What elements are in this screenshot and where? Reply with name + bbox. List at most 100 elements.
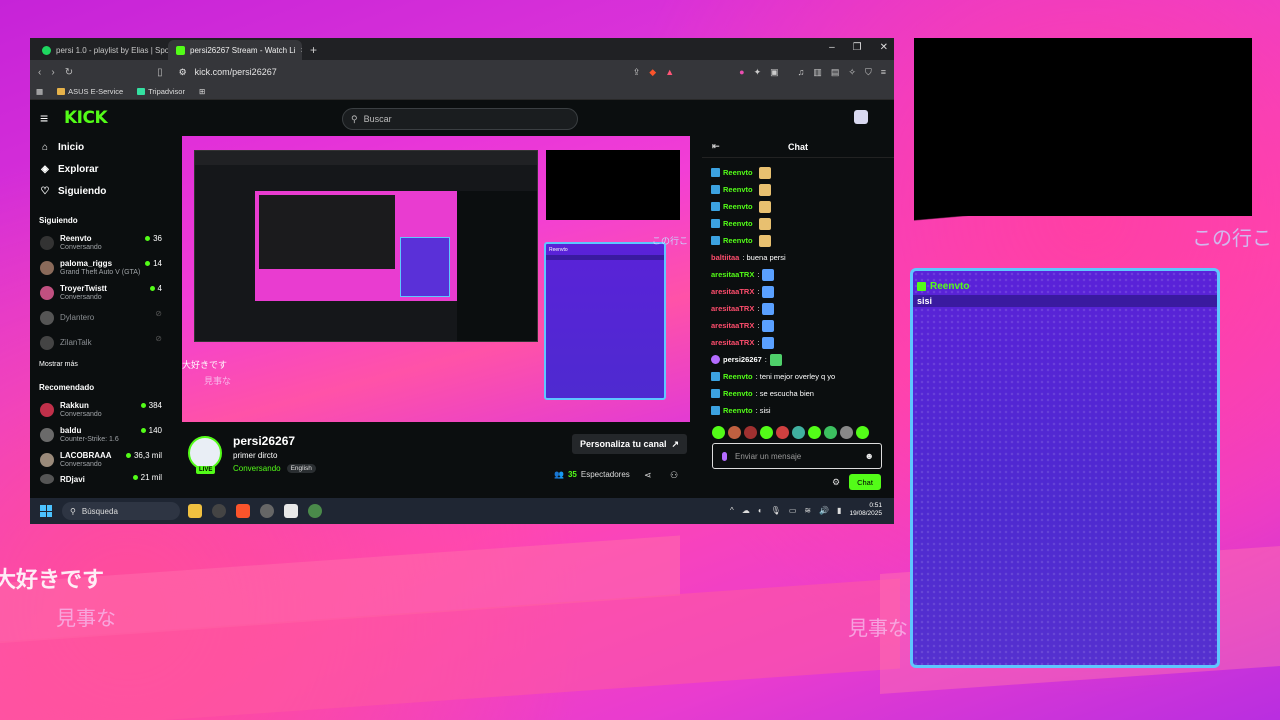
windows-start-icon[interactable] <box>40 505 52 517</box>
channel-item[interactable]: baldu Counter-Strike: 1.6 140 <box>30 422 170 447</box>
streamer-avatar[interactable] <box>188 436 222 470</box>
emote-icon[interactable] <box>760 426 773 439</box>
hamburger-menu-icon[interactable]: ≡ <box>40 110 60 126</box>
chat-username[interactable]: Reenvto <box>723 219 753 228</box>
user-avatar[interactable] <box>854 110 868 124</box>
chat-username[interactable]: aresitaaTRX <box>711 321 754 330</box>
channel-item[interactable]: Rakkun Conversando 384 <box>30 397 170 422</box>
chat-username[interactable]: persi26267 <box>723 355 762 364</box>
media-icon[interactable]: ♫ <box>798 67 805 78</box>
app-icon[interactable] <box>212 504 226 518</box>
chat-username[interactable]: Reenvto <box>723 185 753 194</box>
send-chat-button[interactable]: Chat <box>849 474 881 490</box>
microphone-icon[interactable]: 🎙 <box>771 506 781 515</box>
emote-icon[interactable] <box>792 426 805 439</box>
brave-icon[interactable] <box>236 504 250 518</box>
taskbar-search[interactable]: ⚲ Búsqueda <box>62 502 180 520</box>
video-player[interactable]: Reenvto 大好きです 見事な この行こ <box>182 136 690 422</box>
emote-icon[interactable] <box>824 426 837 439</box>
emote-icon[interactable] <box>776 426 789 439</box>
channel-item[interactable]: LACOBRAAA Conversando 36,3 mil <box>30 447 170 472</box>
channel-item[interactable]: TroyerTwistt Conversando 4 <box>30 280 170 305</box>
tab-kick[interactable]: persi26267 Stream - Watch Li × <box>168 40 302 60</box>
chat-username[interactable]: baltiitaa <box>711 253 739 262</box>
chat-username[interactable]: Reenvto <box>723 236 753 245</box>
emote-icon[interactable] <box>808 426 821 439</box>
notepad-icon[interactable] <box>284 504 298 518</box>
search-input[interactable]: ⚲ Buscar <box>342 108 578 130</box>
share-icon[interactable]: ⋖ <box>644 470 652 481</box>
address-bar[interactable]: ⚙ kick.com/persi26267 <box>173 63 623 81</box>
bookmark-extra-icon[interactable]: ⊞ <box>199 87 205 96</box>
bookmark-icon[interactable]: ▯ <box>157 67 163 78</box>
battery-icon[interactable]: ▮ <box>837 506 841 515</box>
screenshot-icon[interactable]: ▣ <box>770 67 779 78</box>
chat-username[interactable]: Reenvto <box>723 389 753 398</box>
emote-icon[interactable] <box>840 426 853 439</box>
channel-item[interactable]: Dylantero ⊘ <box>30 305 170 330</box>
emote-icon[interactable] <box>744 426 757 439</box>
vpn-icon[interactable]: ⛉ <box>865 67 872 78</box>
leo-icon[interactable]: ✧ <box>848 67 856 78</box>
brave-shield-icon[interactable]: ◆ <box>649 67 656 78</box>
skull-app-icon[interactable] <box>260 504 274 518</box>
streamer-name[interactable]: persi26267 <box>233 434 295 448</box>
sidebar-item-explorar[interactable]: ◈ Explorar <box>30 158 170 180</box>
chat-username[interactable]: aresitaaTRX <box>711 338 754 347</box>
menu-icon[interactable]: ≡ <box>881 67 886 78</box>
onedrive-icon[interactable]: ▭ <box>789 506 797 515</box>
chevron-up-icon[interactable]: ^ <box>730 506 734 515</box>
emoji-icon[interactable]: ☻ <box>865 451 874 461</box>
channel-item[interactable]: paloma_riggs Grand Theft Auto V (GTA) 14 <box>30 255 170 280</box>
stream-category[interactable]: Conversando <box>233 464 281 473</box>
emote-icon[interactable] <box>712 426 725 439</box>
rewards-icon[interactable]: ▲ <box>665 67 674 78</box>
maximize-icon[interactable]: ❐ <box>853 42 862 53</box>
file-explorer-icon[interactable] <box>188 504 202 518</box>
reload-icon[interactable]: ↻ <box>65 67 73 78</box>
app-tray-icon[interactable]: ◐ <box>758 506 763 515</box>
customize-channel-button[interactable]: Personaliza tu canal ↗ <box>572 434 688 454</box>
chat-username[interactable]: aresitaaTRX <box>711 287 754 296</box>
obs-icon[interactable] <box>308 504 322 518</box>
apps-icon[interactable]: ▦ <box>36 87 43 96</box>
cloud-icon[interactable]: ☁ <box>742 506 750 515</box>
bookmark-tripadvisor[interactable]: Tripadvisor <box>137 87 185 96</box>
language-tag[interactable]: English <box>286 464 316 473</box>
puzzle-icon[interactable]: ✦ <box>754 67 762 78</box>
chat-username[interactable]: Reenvto <box>723 168 753 177</box>
chat-settings-icon[interactable]: ⚙ <box>832 477 840 488</box>
channel-item[interactable]: Reenvto Conversando 36 <box>30 230 170 255</box>
site-info-icon[interactable]: ⚙ <box>179 67 187 78</box>
collapse-chat-icon[interactable]: ⇤ <box>712 141 720 152</box>
new-tab-button[interactable]: + <box>302 40 325 60</box>
wifi-icon[interactable]: ≋ <box>804 506 811 515</box>
extension-icon[interactable]: ● <box>739 67 744 78</box>
chat-input[interactable]: Enviar un mensaje ☻ <box>712 443 882 469</box>
channel-item[interactable]: ZilanTalk ⊘ <box>30 330 170 355</box>
share-icon[interactable]: ⇪ <box>633 67 641 78</box>
volume-icon[interactable]: 🔊 <box>819 506 829 515</box>
sidebar-icon[interactable]: ▥ <box>813 67 822 78</box>
bookmark-asus[interactable]: ASUS E-Service <box>57 87 123 96</box>
chat-username[interactable]: aresitaaTRX <box>711 270 754 279</box>
chat-username[interactable]: Reenvto <box>723 406 753 415</box>
chat-username[interactable]: Reenvto <box>723 372 753 381</box>
emote-icon[interactable] <box>856 426 869 439</box>
add-friend-icon[interactable]: ⚇ <box>670 470 678 481</box>
back-icon[interactable]: ‹ <box>38 67 41 78</box>
sidebar-item-siguiendo[interactable]: ♡ Siguiendo <box>30 180 170 202</box>
tabs-icon[interactable]: ▤ <box>831 67 840 78</box>
show-more-link[interactable]: Mostrar más <box>30 361 170 375</box>
chat-username[interactable]: Reenvto <box>723 202 753 211</box>
kick-logo[interactable]: KICK <box>64 108 108 128</box>
close-window-icon[interactable]: ✕ <box>880 42 888 53</box>
minimize-icon[interactable]: – <box>829 42 835 53</box>
tab-spotify[interactable]: persi 1.0 - playlist by Elias | Spotify … <box>34 40 168 60</box>
channel-item[interactable]: RDjavi 21 mil <box>30 472 170 486</box>
clock[interactable]: 0:51 19/08/2025 <box>849 502 882 518</box>
emote-icon[interactable] <box>728 426 741 439</box>
chat-username[interactable]: aresitaaTRX <box>711 304 754 313</box>
forward-icon[interactable]: › <box>51 67 54 78</box>
sidebar-item-inicio[interactable]: ⌂ Inicio <box>30 136 170 158</box>
